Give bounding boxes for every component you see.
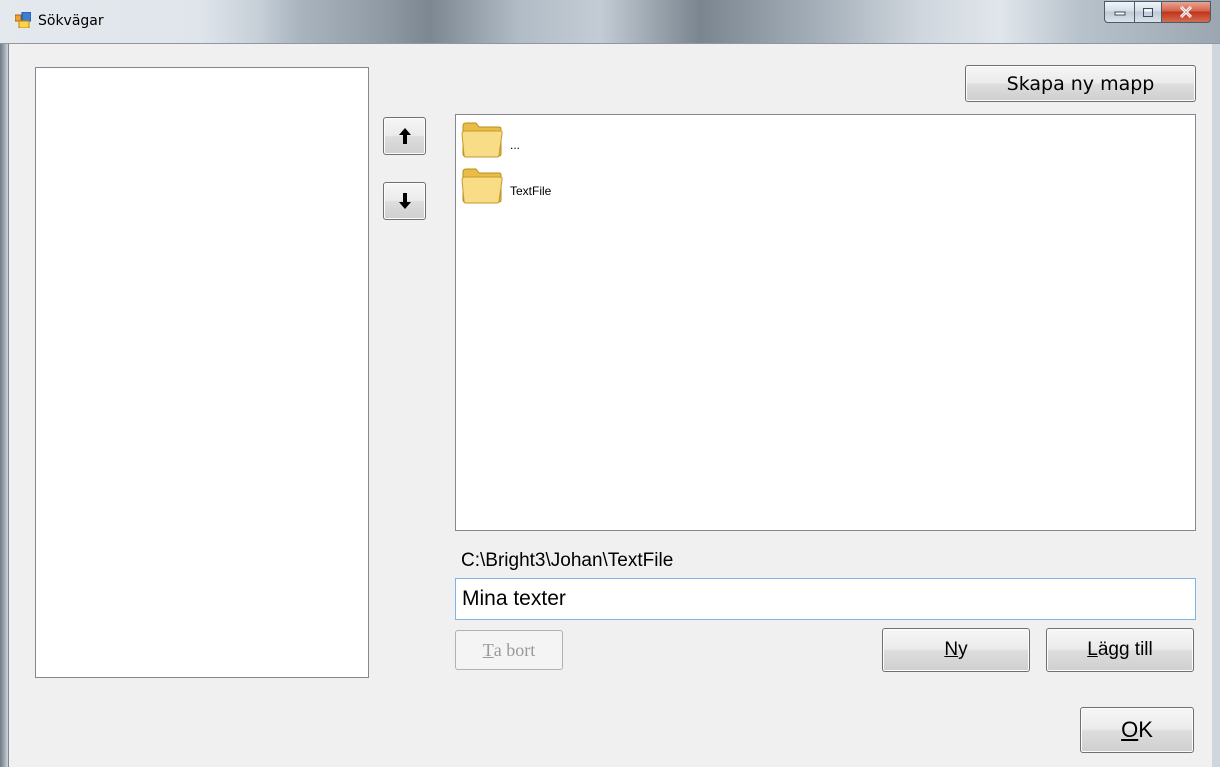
- folder-browser[interactable]: ... TextFile: [455, 114, 1196, 531]
- folder-icon: [461, 168, 503, 204]
- current-path: C:\Bright3\Johan\TextFile: [461, 550, 674, 571]
- create-folder-label: Skapa ny mapp: [1006, 72, 1155, 95]
- name-field[interactable]: [455, 578, 1196, 620]
- list-item[interactable]: TextFile: [460, 164, 551, 210]
- move-up-button[interactable]: [383, 117, 426, 155]
- add-label: ägg till: [1097, 639, 1153, 660]
- app-icon: [15, 12, 31, 28]
- folder-icon: [461, 122, 503, 158]
- ok-label: K: [1138, 717, 1153, 742]
- remove-accel: T: [482, 639, 494, 660]
- list-item-label: TextFile: [510, 184, 552, 198]
- remove-label: a bort: [493, 639, 536, 660]
- new-accel: N: [944, 639, 959, 660]
- create-folder-button[interactable]: Skapa ny mapp: [965, 65, 1196, 102]
- close-icon: [1179, 6, 1193, 18]
- search-path-list[interactable]: [35, 67, 369, 678]
- minimize-button[interactable]: [1104, 1, 1135, 23]
- minimize-icon: [1114, 11, 1125, 16]
- arrow-up-icon: [398, 128, 411, 144]
- maximize-button[interactable]: [1135, 1, 1162, 23]
- new-label: y: [958, 639, 968, 660]
- title-bar[interactable]: Sökvägar: [0, 0, 1220, 44]
- add-accel: L: [1087, 639, 1098, 660]
- new-button[interactable]: Ny: [882, 628, 1030, 672]
- close-button[interactable]: [1162, 1, 1211, 23]
- arrow-down-icon: [398, 193, 411, 209]
- list-item-label: ...: [510, 138, 521, 152]
- ok-accel: O: [1121, 717, 1139, 742]
- list-item[interactable]: ...: [460, 118, 520, 164]
- ok-button[interactable]: OK: [1080, 707, 1194, 753]
- maximize-icon: [1143, 7, 1153, 17]
- add-button[interactable]: Lägg till: [1046, 628, 1194, 672]
- move-down-button[interactable]: [383, 182, 426, 220]
- window-title: Sökvägar: [38, 13, 104, 29]
- window: Sökvägar Skapa ny mapp ... TextFile C:\B…: [0, 0, 1220, 767]
- remove-button[interactable]: Ta bort: [455, 630, 563, 670]
